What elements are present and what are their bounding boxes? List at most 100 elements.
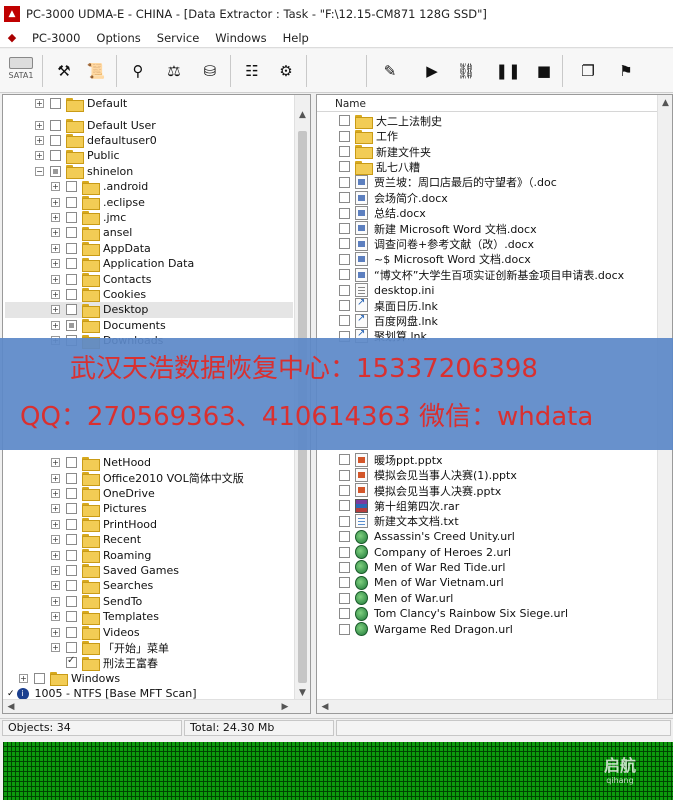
tree-checkbox[interactable] bbox=[34, 672, 45, 684]
file-list-item[interactable]: Men of War Red Tide.url bbox=[339, 560, 505, 575]
expand-icon[interactable]: + bbox=[19, 673, 28, 683]
file-checkbox[interactable] bbox=[339, 253, 350, 265]
tree-checkbox[interactable] bbox=[66, 641, 77, 653]
file-list-item[interactable]: 新建文件夹 bbox=[339, 144, 431, 160]
expand-icon[interactable]: + bbox=[51, 289, 60, 299]
tree-checkbox[interactable] bbox=[66, 211, 77, 223]
file-checkbox[interactable] bbox=[339, 269, 350, 281]
expand-icon[interactable]: + bbox=[51, 458, 60, 468]
tree-item[interactable]: + ansel bbox=[51, 225, 132, 241]
tree-item[interactable]: + 「开始」菜单 bbox=[51, 640, 169, 656]
tree-item[interactable]: + Default User bbox=[35, 117, 156, 134]
file-checkbox[interactable] bbox=[339, 192, 350, 204]
sata-port-button[interactable]: SATA1 bbox=[4, 55, 38, 87]
file-list-item[interactable]: desktop.ini bbox=[339, 282, 434, 298]
file-checkbox[interactable] bbox=[339, 469, 350, 481]
pause-icon[interactable]: ❚❚ bbox=[494, 57, 522, 85]
tree-checkbox[interactable] bbox=[66, 227, 77, 239]
file-list-item[interactable]: Men of War.url bbox=[339, 591, 453, 606]
file-checkbox[interactable] bbox=[339, 454, 350, 466]
tree-checkbox[interactable] bbox=[66, 258, 77, 270]
file-list-item[interactable]: “博文杯”大学生百项实证创新基金项目申请表.docx bbox=[339, 267, 624, 282]
expand-icon[interactable]: + bbox=[51, 550, 60, 560]
scale-icon[interactable]: ⚖ bbox=[160, 57, 188, 85]
tree-checkbox[interactable] bbox=[66, 196, 77, 208]
tree-item[interactable]: + Videos bbox=[51, 624, 140, 641]
tree-horizontal-scrollbar[interactable]: ◀ ▶ bbox=[3, 699, 310, 713]
tree-item[interactable]: − shinelon bbox=[35, 164, 133, 180]
expand-icon[interactable]: + bbox=[51, 243, 60, 253]
file-checkbox[interactable] bbox=[339, 161, 350, 173]
tree-item[interactable]: + AppData bbox=[51, 241, 151, 257]
expand-icon[interactable]: + bbox=[51, 642, 60, 652]
tree-item[interactable]: + OneDrive bbox=[51, 486, 155, 502]
tree-checkbox[interactable] bbox=[66, 242, 77, 254]
tree-checkbox[interactable] bbox=[66, 304, 77, 316]
file-checkbox[interactable] bbox=[339, 623, 350, 635]
file-list-item[interactable]: 总结.docx bbox=[339, 205, 426, 220]
tree-item[interactable]: + NetHood bbox=[51, 455, 151, 471]
edit-document-icon[interactable]: ✎ bbox=[376, 57, 404, 85]
windows-stack-icon[interactable]: ❐ bbox=[574, 57, 602, 85]
file-list-item[interactable]: 模拟会见当事人决赛(1).pptx bbox=[339, 467, 517, 482]
file-list-item[interactable]: 新建 Microsoft Word 文档.docx bbox=[339, 221, 537, 236]
tree-checkbox[interactable] bbox=[50, 134, 61, 146]
tree-checkbox[interactable] bbox=[66, 518, 77, 530]
menu-pc3000[interactable]: PC-3000 bbox=[24, 31, 88, 45]
tree-item[interactable]: + Office2010 VOL简体中文版 bbox=[51, 470, 244, 487]
column-header-name[interactable]: Name bbox=[317, 97, 672, 112]
file-checkbox[interactable] bbox=[339, 299, 350, 311]
disk-box-icon[interactable]: ⛁ bbox=[196, 57, 224, 85]
stop-icon[interactable]: ■ bbox=[530, 57, 558, 85]
file-list-item[interactable]: 模拟会见当事人决赛.pptx bbox=[339, 483, 501, 498]
tree-item[interactable]: + .eclipse bbox=[51, 194, 145, 211]
tree-checkbox[interactable] bbox=[66, 181, 77, 193]
tree-checkbox[interactable] bbox=[66, 288, 77, 300]
file-checkbox[interactable] bbox=[339, 315, 350, 327]
expand-icon[interactable]: + bbox=[51, 596, 60, 606]
file-checkbox[interactable] bbox=[339, 531, 350, 543]
file-list-item[interactable]: Tom Clancy's Rainbow Six Siege.url bbox=[339, 606, 568, 621]
scroll-left-icon[interactable]: ◀ bbox=[317, 700, 333, 713]
file-list-item[interactable]: 新建文本文档.txt bbox=[339, 514, 459, 529]
file-list-item[interactable]: 桌面日历.lnk bbox=[339, 297, 438, 313]
tree-item[interactable]: + Pictures bbox=[51, 501, 147, 517]
expand-icon[interactable]: + bbox=[35, 120, 44, 130]
file-checkbox[interactable] bbox=[339, 284, 350, 296]
menu-help[interactable]: Help bbox=[275, 31, 317, 45]
menu-options[interactable]: Options bbox=[88, 31, 148, 45]
expand-icon[interactable]: + bbox=[51, 519, 60, 529]
tree-checkbox[interactable] bbox=[50, 119, 61, 131]
tree-checkbox[interactable] bbox=[66, 273, 77, 285]
tree-checkbox[interactable] bbox=[66, 580, 77, 592]
tree-item[interactable]: + Application Data bbox=[51, 256, 194, 272]
tree-item[interactable]: + Roaming bbox=[51, 547, 151, 564]
scroll-right-icon[interactable]: ▶ bbox=[277, 700, 293, 713]
list-tree-icon[interactable]: ☷ bbox=[238, 57, 266, 85]
expand-icon[interactable]: + bbox=[51, 197, 60, 207]
expand-icon[interactable]: + bbox=[51, 473, 60, 483]
tree-item[interactable]: + PrintHood bbox=[51, 517, 157, 533]
file-checkbox[interactable] bbox=[339, 176, 350, 188]
expand-icon[interactable]: + bbox=[51, 320, 60, 330]
expand-icon[interactable]: + bbox=[35, 135, 44, 145]
tree-checkbox[interactable] bbox=[66, 595, 77, 607]
file-list-item[interactable]: 大二上法制史 bbox=[339, 113, 442, 129]
tree-item[interactable]: + Recent bbox=[51, 532, 141, 548]
tree-item[interactable]: + Searches bbox=[51, 578, 153, 594]
expand-icon[interactable]: + bbox=[51, 581, 60, 591]
tree-checkbox[interactable] bbox=[66, 457, 77, 469]
tree-checkbox[interactable] bbox=[66, 472, 77, 484]
tree-item[interactable]: + SendTo bbox=[51, 594, 142, 610]
file-checkbox[interactable] bbox=[339, 561, 350, 573]
expand-icon[interactable]: + bbox=[51, 212, 60, 222]
expand-icon[interactable]: + bbox=[51, 504, 60, 514]
file-list-item[interactable]: 工作 bbox=[339, 128, 398, 145]
tree-checkbox[interactable] bbox=[66, 487, 77, 499]
file-checkbox[interactable] bbox=[339, 577, 350, 589]
tree-checkbox[interactable] bbox=[66, 655, 77, 669]
pc3000-menu-icon[interactable]: ◆ bbox=[4, 31, 20, 45]
tree-checkbox[interactable] bbox=[66, 319, 77, 331]
expand-icon[interactable]: + bbox=[51, 488, 60, 498]
tree-checkbox[interactable] bbox=[66, 549, 77, 561]
